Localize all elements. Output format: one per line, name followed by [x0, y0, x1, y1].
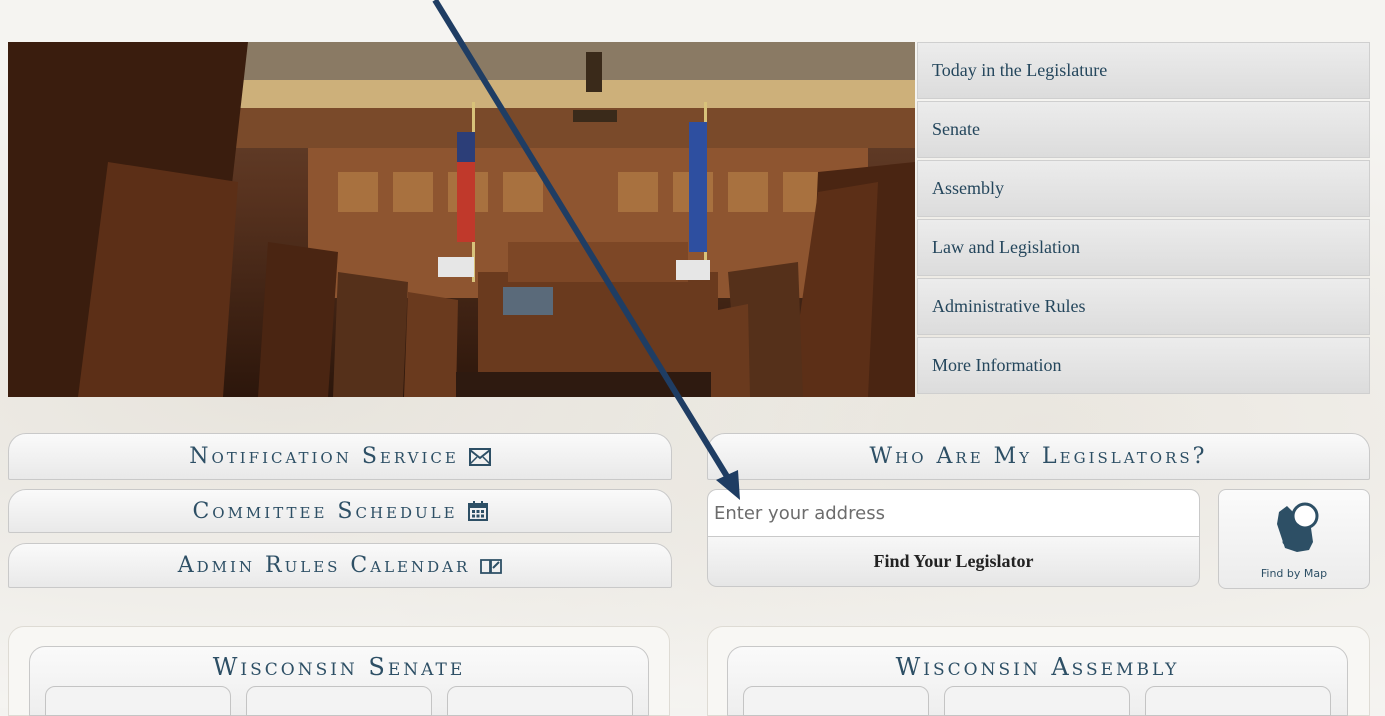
find-by-map-label: Find by Map — [1260, 567, 1328, 580]
committee-schedule-label: Committee Schedule — [192, 498, 458, 524]
nav-item-label: Administrative Rules — [932, 296, 1086, 316]
nav-item-label: More Information — [932, 355, 1062, 375]
find-your-legislator-label: Find Your Legislator — [873, 551, 1034, 571]
admin-rules-calendar-button[interactable]: Admin Rules Calendar — [8, 543, 672, 588]
legislators-heading-label: Who Are My Legislators? — [869, 444, 1208, 469]
nav-item-label: Assembly — [932, 178, 1004, 198]
nav-item-label: Senate — [932, 119, 980, 139]
chamber-hero-image — [8, 42, 915, 397]
calendar-icon — [467, 501, 488, 521]
find-your-legislator-button[interactable]: Find Your Legislator — [707, 537, 1200, 587]
nav-item-label: Today in the Legislature — [932, 60, 1108, 80]
main-nav-menu: Today in the Legislature Senate Assembly… — [917, 42, 1370, 396]
find-by-map-button[interactable]: Find by Map — [1218, 489, 1370, 589]
notification-service-button[interactable]: Notification Service — [8, 433, 672, 480]
senate-subtab-2[interactable] — [246, 686, 432, 716]
committee-schedule-button[interactable]: Committee Schedule — [8, 489, 672, 533]
nav-item-label: Law and Legislation — [932, 237, 1080, 257]
senate-subtab-3[interactable] — [447, 686, 633, 716]
notification-service-label: Notification Service — [189, 444, 459, 469]
address-input[interactable] — [707, 489, 1200, 537]
book-calendar-icon — [480, 557, 503, 575]
nav-item-senate[interactable]: Senate — [917, 101, 1370, 158]
wisconsin-magnifier-icon — [1273, 498, 1323, 558]
assembly-panel-title: Wisconsin Assembly — [895, 653, 1180, 681]
assembly-subtab-3[interactable] — [1145, 686, 1331, 716]
senate-subtab-1[interactable] — [45, 686, 231, 716]
admin-rules-calendar-label: Admin Rules Calendar — [177, 553, 471, 578]
nav-item-today-in-legislature[interactable]: Today in the Legislature — [917, 42, 1370, 99]
nav-item-more-information[interactable]: More Information — [917, 337, 1370, 394]
nav-item-assembly[interactable]: Assembly — [917, 160, 1370, 217]
envelope-icon — [468, 447, 491, 466]
assembly-subtab-1[interactable] — [743, 686, 929, 716]
assembly-subtab-2[interactable] — [944, 686, 1130, 716]
nav-item-administrative-rules[interactable]: Administrative Rules — [917, 278, 1370, 335]
nav-item-law-and-legislation[interactable]: Law and Legislation — [917, 219, 1370, 276]
who-are-my-legislators-heading: Who Are My Legislators? — [707, 433, 1370, 480]
senate-panel-title: Wisconsin Senate — [212, 653, 466, 681]
